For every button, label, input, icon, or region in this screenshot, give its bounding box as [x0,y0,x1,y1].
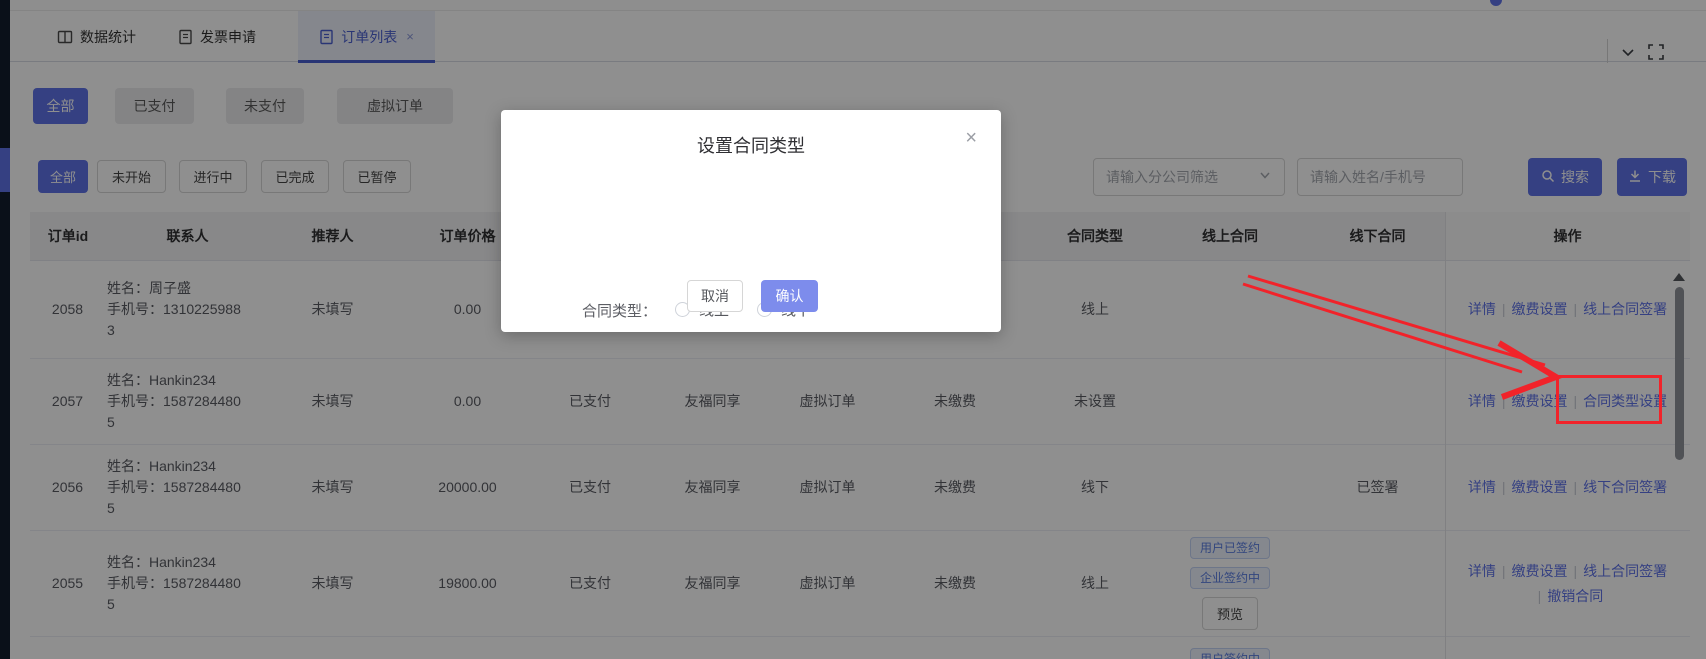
annotation-highlight-box [1556,375,1662,424]
set-contract-type-dialog: 设置合同类型 × 合同类型： 线上 线下 取消 确认 [501,110,1001,332]
cancel-button[interactable]: 取消 [687,280,743,312]
contract-type-field: 合同类型： 线上 线下 [501,299,1001,319]
order-list-page: 数据统计 发票申请 订单列表 × 全部 已支付 未支付 虚拟订单 [0,0,1706,659]
dialog-title: 设置合同类型 [501,132,1001,158]
close-icon[interactable]: × [965,128,977,148]
confirm-button[interactable]: 确认 [761,280,818,312]
field-label: 合同类型： [579,300,657,321]
